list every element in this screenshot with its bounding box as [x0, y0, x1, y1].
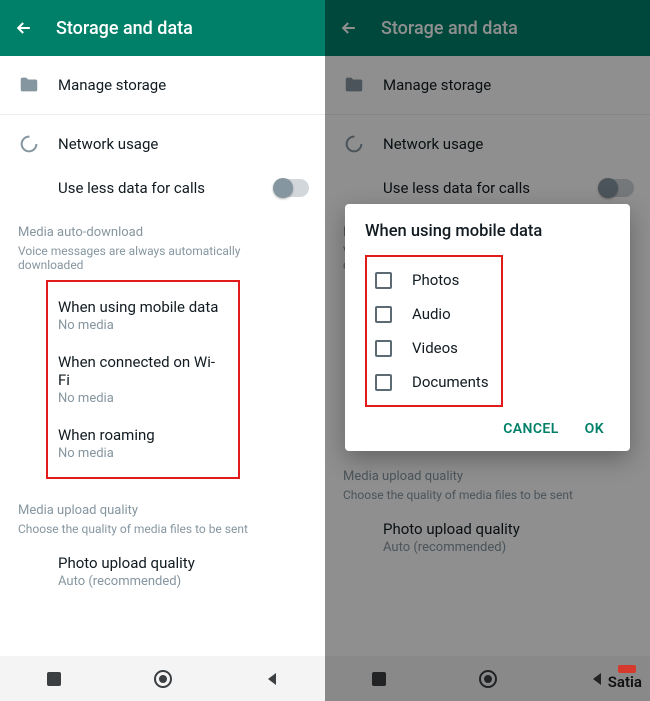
row-manage-storage[interactable]: Manage storage: [0, 56, 325, 114]
settings-screen-left: Storage and data Manage storage Network …: [0, 0, 325, 701]
checkbox-icon[interactable]: [375, 272, 392, 289]
page-title: Storage and data: [56, 18, 193, 39]
settings-content: Manage storage Network usage Use less da…: [0, 56, 325, 656]
nav-back-icon[interactable]: [264, 671, 280, 687]
item-sub: No media: [58, 318, 220, 333]
app-bar: Storage and data: [0, 0, 325, 56]
highlight-box: Photos Audio Videos Documents: [365, 255, 503, 407]
item-label: When using mobile data: [58, 298, 220, 316]
option-label: Photos: [412, 271, 459, 289]
option-audio[interactable]: Audio: [373, 297, 491, 331]
data-usage-icon: [18, 133, 58, 155]
option-documents[interactable]: Documents: [373, 365, 491, 399]
dialog-title: When using mobile data: [365, 222, 610, 241]
checkbox-icon[interactable]: [375, 306, 392, 323]
item-label: Photo upload quality: [58, 554, 307, 572]
item-wifi[interactable]: When connected on Wi-Fi No media: [58, 343, 238, 416]
section-subtext: Choose the quality of media files to be …: [0, 522, 325, 544]
row-label: Network usage: [58, 135, 309, 153]
row-less-data[interactable]: Use less data for calls: [0, 173, 325, 215]
nav-home-icon[interactable]: [153, 669, 173, 689]
option-photos[interactable]: Photos: [373, 263, 491, 297]
item-label: When connected on Wi-Fi: [58, 353, 220, 389]
toggle-less-data[interactable]: [275, 179, 309, 197]
option-label: Audio: [412, 305, 451, 323]
nav-recent-icon[interactable]: [46, 671, 62, 687]
watermark-text: Satia: [608, 673, 642, 691]
row-network-usage[interactable]: Network usage: [0, 115, 325, 173]
section-subtext: Voice messages are always automatically …: [0, 244, 325, 280]
cancel-button[interactable]: CANCEL: [503, 421, 558, 437]
item-sub: No media: [58, 446, 220, 461]
dialog-mobile-data-options: When using mobile data Photos Audio Vide…: [345, 204, 630, 451]
option-label: Videos: [412, 339, 458, 357]
folder-icon: [18, 74, 58, 96]
row-label: Manage storage: [58, 76, 309, 94]
section-header-media-auto: Media auto-download: [0, 215, 325, 244]
item-photo-quality[interactable]: Photo upload quality Auto (recommended): [58, 544, 325, 599]
upload-item-wrap: Photo upload quality Auto (recommended): [0, 544, 325, 599]
settings-screen-right: Storage and data Manage storage Network …: [325, 0, 650, 701]
option-label: Documents: [412, 373, 489, 391]
highlight-box: When using mobile data No media When con…: [46, 280, 240, 479]
item-roaming[interactable]: When roaming No media: [58, 416, 238, 471]
item-label: When roaming: [58, 426, 220, 444]
checkbox-icon[interactable]: [375, 340, 392, 357]
option-videos[interactable]: Videos: [373, 331, 491, 365]
section-header-upload: Media upload quality: [0, 493, 325, 522]
android-nav-bar: [0, 656, 325, 701]
item-mobile-data[interactable]: When using mobile data No media: [58, 288, 238, 343]
checkbox-icon[interactable]: [375, 374, 392, 391]
dialog-actions: CANCEL OK: [365, 407, 610, 441]
row-label: Use less data for calls: [58, 179, 275, 197]
ok-button[interactable]: OK: [585, 421, 604, 437]
back-icon[interactable]: [14, 18, 34, 38]
item-sub: No media: [58, 391, 220, 406]
item-sub: Auto (recommended): [58, 574, 307, 589]
